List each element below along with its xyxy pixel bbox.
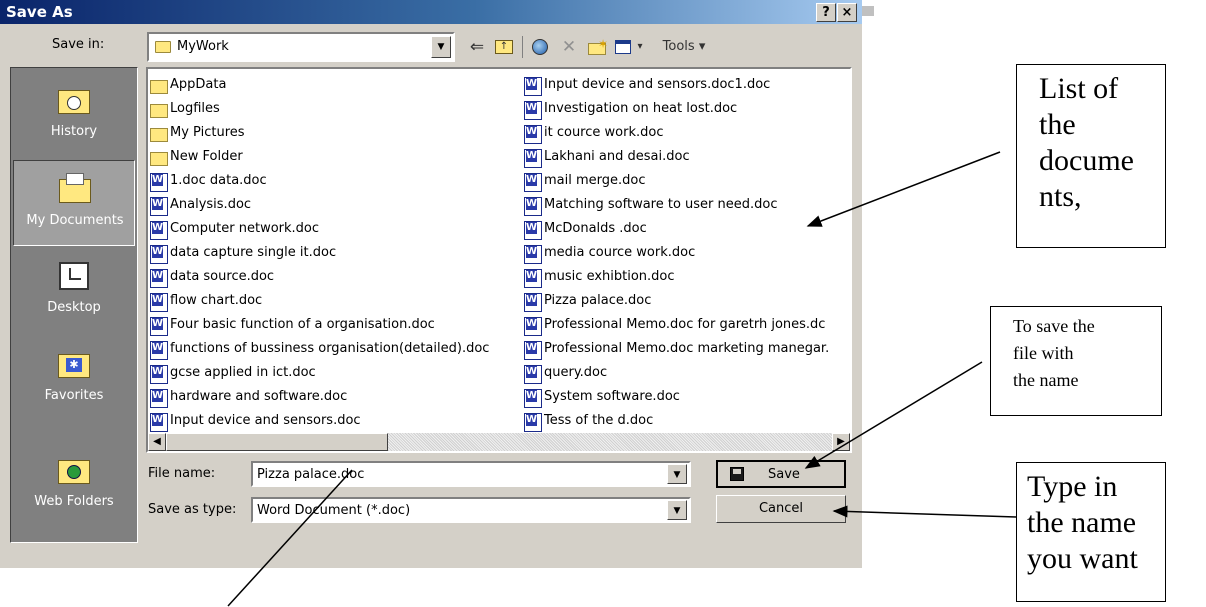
arrow-to-save-button xyxy=(804,361,983,469)
annotation-arrows xyxy=(227,151,1017,607)
arrow-to-file-list xyxy=(806,151,1001,227)
arrow-to-cancel-button xyxy=(832,505,1017,518)
arrow-to-file-name xyxy=(227,469,353,607)
